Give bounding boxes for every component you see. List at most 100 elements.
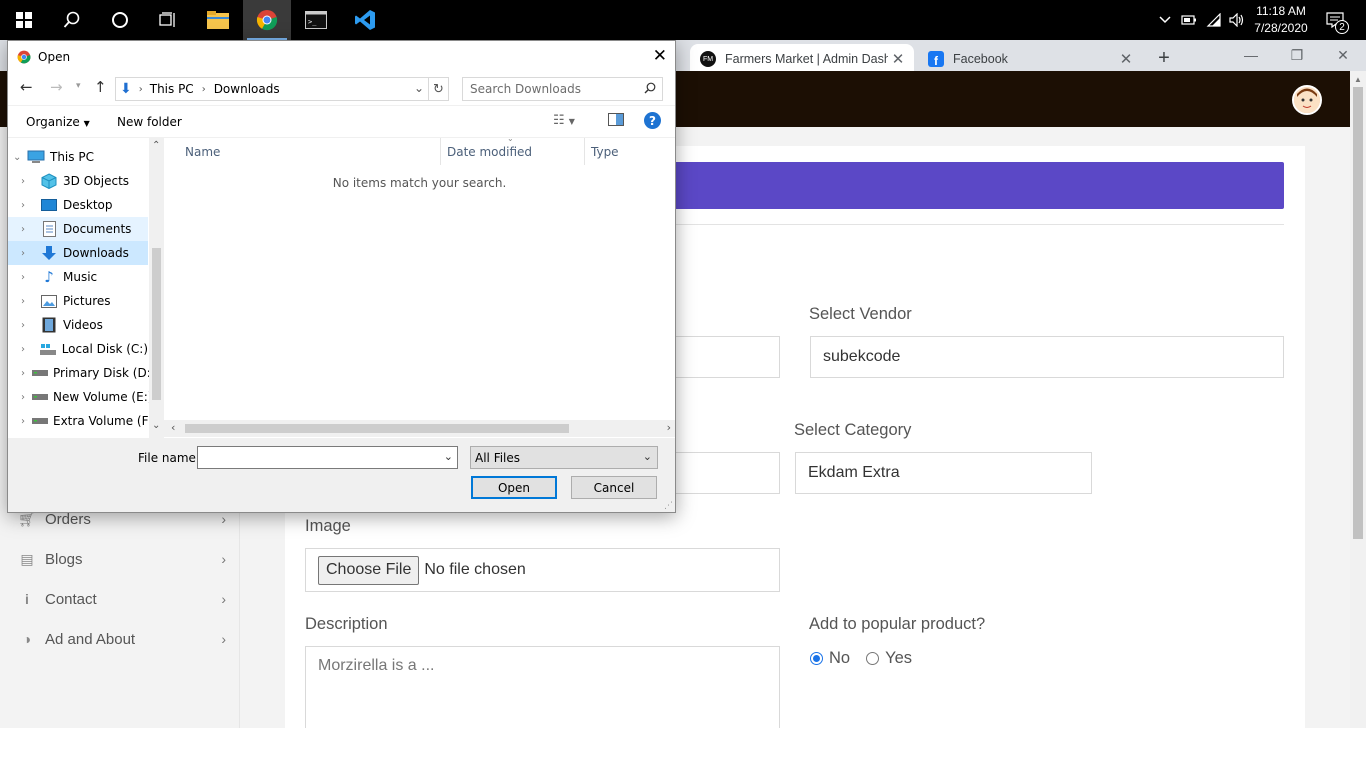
open-file-dialog: Open ✕ ← → ▾ ↑ ⬇ › This PC › Downloads ⌄… [7,40,676,513]
recent-locations-icon[interactable]: ▾ [76,81,81,91]
expand-arrow-icon[interactable]: › [21,224,33,235]
expand-arrow-icon[interactable]: › [21,392,25,403]
nav-item-extra-volume-f[interactable]: › Extra Volume (F:) [8,409,156,433]
scroll-up-icon[interactable]: ⌃ [152,140,160,151]
nav-item-3d-objects[interactable]: › 3D Objects [8,169,148,193]
image-file-input[interactable]: Choose File No file chosen [305,548,780,592]
page-scrollbar[interactable]: ▲ [1350,71,1366,728]
column-header-type[interactable]: Type [585,138,675,165]
expand-arrow-icon[interactable]: › [21,248,33,259]
terminal-icon[interactable]: >_ [292,0,340,40]
nav-item-documents[interactable]: › Documents [8,217,148,241]
new-folder-button[interactable]: New folder [117,115,182,129]
wifi-icon[interactable] [1203,0,1225,40]
vscode-icon[interactable] [341,0,389,40]
up-arrow-icon[interactable]: ↑ [94,78,107,96]
expand-arrow-icon[interactable]: › [21,416,25,427]
column-header-date-modified[interactable]: Date modified ⌄ [441,134,585,165]
expand-arrow-icon[interactable]: › [21,320,33,331]
desktop-icon [40,197,58,213]
chrome-taskbar-icon[interactable] [243,0,291,40]
expand-arrow-icon[interactable]: › [21,176,33,187]
user-avatar[interactable] [1292,85,1322,115]
choose-file-button[interactable]: Choose File [318,555,420,585]
windows-start-icon[interactable] [0,0,48,40]
nav-label: 3D Objects [63,174,130,188]
task-view-icon[interactable] [144,0,192,40]
nav-item-new-volume-e[interactable]: › New Volume (E:) [8,385,152,409]
scroll-down-icon[interactable]: ⌄ [152,420,160,431]
close-tab-icon[interactable]: ✕ [1116,50,1136,68]
expand-arrow-icon[interactable]: › [21,272,33,283]
nav-pane-scroll-thumb[interactable] [152,248,161,400]
resize-grip-icon[interactable]: ⋰ [664,501,673,511]
new-tab-icon[interactable]: + [1152,46,1176,70]
sidebar-item-contact[interactable]: i Contact › [0,579,240,619]
scroll-right-icon[interactable]: › [667,421,671,434]
popular-yes-radio[interactable] [866,652,880,665]
file-type-select[interactable]: All Files ⌄ [470,446,658,469]
file-pane-scroll-thumb[interactable] [185,424,569,433]
tray-chevron-icon[interactable] [1155,0,1175,40]
search-icon[interactable] [48,0,96,40]
category-select[interactable]: Ekdam Extra [795,452,1092,494]
cortana-icon[interactable] [96,0,144,40]
tab-farmers-market[interactable]: FM Farmers Market | Admin Dashb ✕ [690,44,914,74]
forward-arrow-icon[interactable]: → [50,78,63,96]
expand-arrow-icon[interactable]: › [21,296,33,307]
view-options-icon[interactable]: ☷ ▼ [553,113,575,128]
breadcrumb-this-pc[interactable]: This PC [150,82,194,96]
volume-icon[interactable] [1226,0,1248,40]
vendor-select[interactable]: subekcode [810,336,1284,378]
column-header-name[interactable]: Name [179,138,441,165]
cancel-button[interactable]: Cancel [571,476,657,499]
back-arrow-icon[interactable]: ← [20,78,33,96]
file-name-dropdown-icon[interactable]: ⌄ [444,450,453,463]
page-scrollbar-thumb[interactable] [1353,87,1363,539]
search-downloads-input[interactable]: Search Downloads [462,77,663,101]
close-tab-icon[interactable]: ✕ [888,50,908,68]
breadcrumb-downloads[interactable]: Downloads [214,82,280,96]
scroll-up-icon[interactable]: ▲ [1354,75,1362,84]
scroll-left-icon[interactable]: ‹ [171,421,175,434]
battery-icon[interactable] [1178,0,1200,40]
nav-item-music[interactable]: › ♪ Music [8,265,148,289]
address-bar[interactable]: ⬇ › This PC › Downloads ⌄ [115,77,429,101]
expand-arrow-icon[interactable]: ⌄ [13,152,25,163]
nav-item-downloads[interactable]: › Downloads [8,241,148,265]
sidebar-item-ad-and-about[interactable]: ◑ Ad and About › [0,619,240,659]
popular-yes-label: Yes [885,649,913,667]
organize-button[interactable]: Organize ▼ [26,115,90,129]
preview-pane-icon[interactable] [608,113,624,126]
refresh-icon[interactable]: ↻ [429,77,449,101]
close-window-icon[interactable]: ✕ [1320,40,1366,70]
file-pane-horizontal-scrollbar[interactable]: ‹ › [164,420,675,437]
file-name-input[interactable]: ⌄ [197,446,458,469]
taskbar-clock[interactable]: 11:18 AM 7/28/2020 [1246,3,1316,37]
help-icon[interactable]: ? [644,112,661,129]
expand-arrow-icon[interactable]: › [21,344,32,355]
nav-item-primary-disk-d[interactable]: › Primary Disk (D:) [8,361,155,385]
search-icon[interactable] [644,82,656,97]
restore-icon[interactable]: ❐ [1274,40,1320,70]
popular-no-radio[interactable] [810,652,823,665]
nav-item-videos[interactable]: › Videos [8,313,148,337]
nav-item-local-disk-c[interactable]: › Local Disk (C:) [8,337,148,361]
open-button[interactable]: Open [471,476,557,499]
nav-item-this-pc[interactable]: ⌄ This PC [8,145,148,169]
nav-pane-scrollbar[interactable]: ⌃ ⌄ [149,138,164,438]
address-dropdown-icon[interactable]: ⌄ [414,81,424,95]
description-textarea[interactable]: Morzirella is a ... [305,646,780,728]
file-explorer-icon[interactable] [194,0,242,40]
sidebar-item-label: Ad and About [45,630,136,648]
expand-arrow-icon[interactable]: › [21,368,25,379]
expand-arrow-icon[interactable]: › [21,200,33,211]
tab-facebook[interactable]: f Facebook ✕ [918,44,1142,74]
nav-item-pictures[interactable]: › Pictures [8,289,148,313]
dialog-close-icon[interactable]: ✕ [653,46,667,66]
notifications-icon[interactable]: 2 [1320,0,1350,40]
nav-item-desktop[interactable]: › Desktop [8,193,148,217]
minimize-icon[interactable]: — [1228,40,1274,70]
sidebar-item-blogs[interactable]: ▤ Blogs › [0,539,240,579]
nav-label: New Volume (E:) [53,390,153,404]
